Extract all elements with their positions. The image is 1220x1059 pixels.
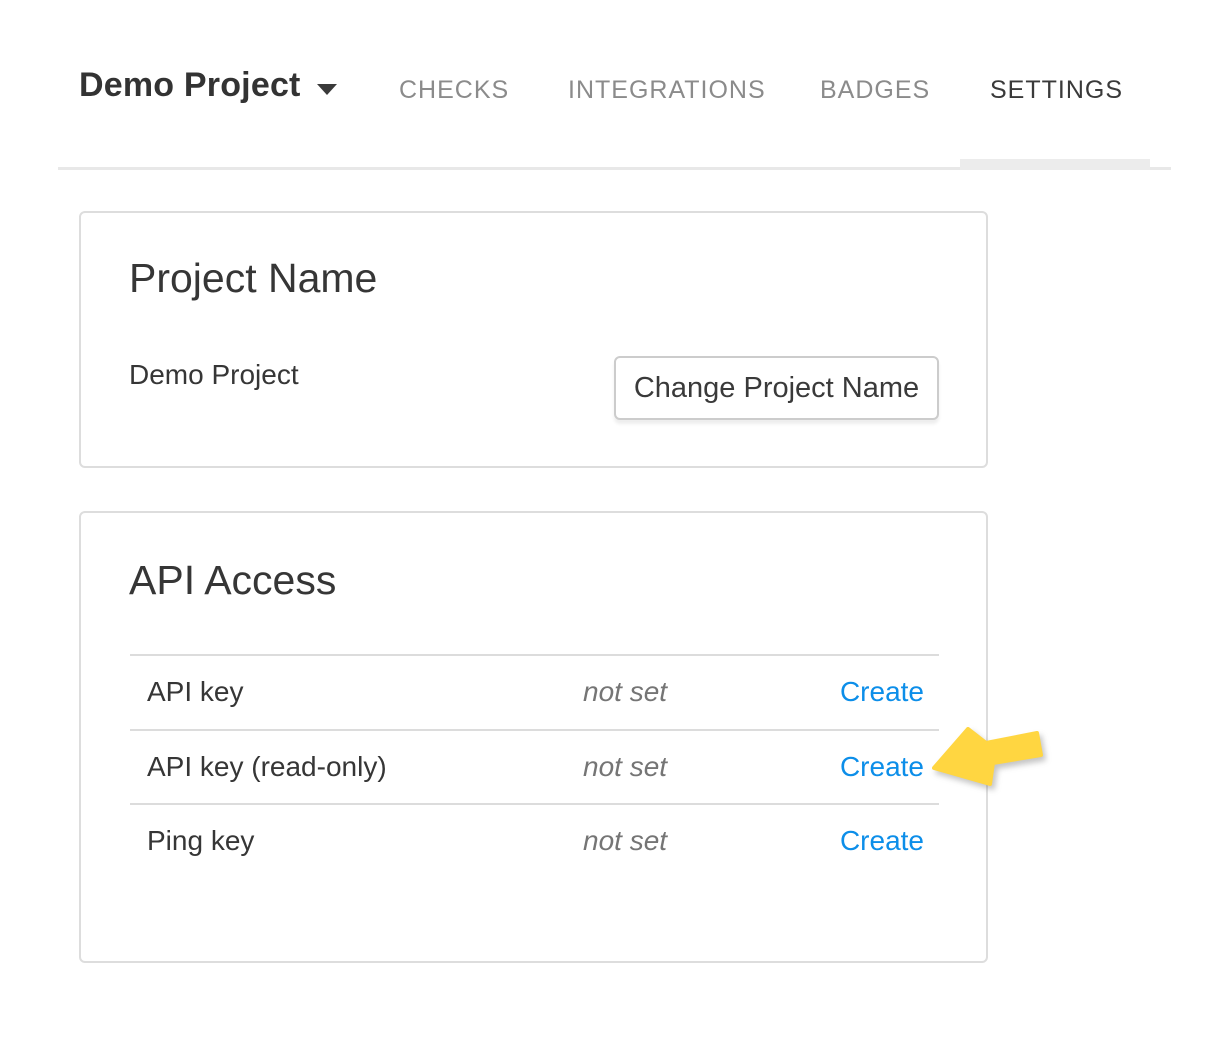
table-row-api-key: API key not set Create [130, 654, 939, 729]
project-settings-page: Demo Project CHECKS INTEGRATIONS BADGES … [0, 0, 1220, 1059]
tab-integrations[interactable]: INTEGRATIONS [568, 77, 766, 103]
ping-key-create-link[interactable]: Create [840, 825, 939, 857]
api-key-read-only-label: API key (read-only) [147, 751, 583, 783]
api-key-label: API key [147, 676, 583, 708]
project-name-value: Demo Project [129, 359, 299, 391]
nav-tabs: CHECKS INTEGRATIONS BADGES SETTINGS [0, 77, 1220, 107]
api-key-read-only-create-link[interactable]: Create [840, 751, 939, 783]
api-key-read-only-status: not set [583, 751, 667, 783]
ping-key-label: Ping key [147, 825, 583, 857]
tab-settings[interactable]: SETTINGS [990, 77, 1123, 103]
tab-badges[interactable]: BADGES [820, 77, 930, 103]
change-project-name-button[interactable]: Change Project Name [614, 356, 939, 420]
table-row-ping-key: Ping key not set Create [130, 803, 939, 878]
api-access-card-title: API Access [129, 557, 336, 603]
api-access-card: API Access API key not set Create API ke… [79, 511, 988, 963]
table-row-api-key-read-only: API key (read-only) not set Create [130, 729, 939, 804]
project-name-card: Project Name Demo Project Change Project… [79, 211, 988, 468]
tab-checks[interactable]: CHECKS [399, 77, 509, 103]
active-tab-indicator [960, 159, 1150, 170]
api-key-status: not set [583, 676, 667, 708]
ping-key-status: not set [583, 825, 667, 857]
api-keys-table: API key not set Create API key (read-onl… [130, 654, 939, 878]
api-key-create-link[interactable]: Create [840, 676, 939, 708]
project-name-card-title: Project Name [129, 255, 377, 301]
